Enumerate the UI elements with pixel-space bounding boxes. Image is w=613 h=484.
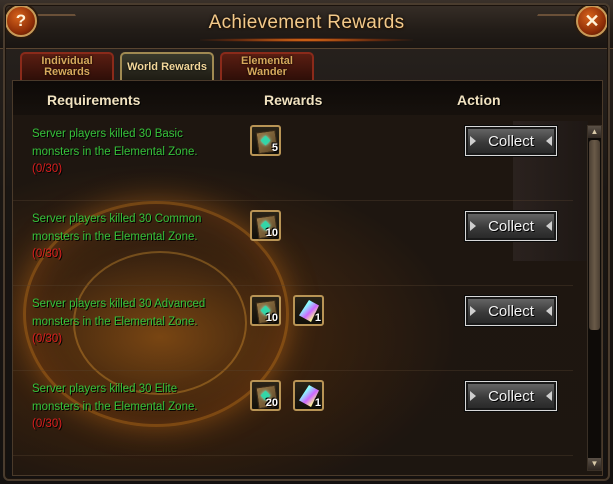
achievement-row: Server players killed 30 Basic monsters … — [13, 115, 573, 201]
reward-count: 10 — [265, 312, 278, 324]
reward-count: 1 — [314, 397, 321, 409]
reward-count: 5 — [271, 142, 278, 154]
requirement-description: Server players killed 30 Basic monsters … — [32, 128, 198, 158]
close-icon: ✕ — [584, 10, 600, 31]
header-action: Action — [457, 92, 501, 108]
tab-world-rewards[interactable]: World Rewards — [120, 52, 214, 80]
achievement-row: Server players killed 30 Advanced monste… — [13, 285, 573, 371]
reward-item-slot[interactable]: 1 — [293, 295, 324, 326]
requirement-progress: (0/30) — [32, 418, 63, 430]
help-icon: ? — [15, 11, 27, 30]
reward-item-slot[interactable]: 5 — [250, 125, 281, 156]
reward-count: 1 — [314, 312, 321, 324]
requirement-text: Server players killed 30 Common monsters… — [32, 211, 222, 264]
collect-button[interactable]: Collect — [465, 296, 557, 326]
column-headers: Requirements Rewards Action — [13, 81, 602, 115]
requirement-description: Server players killed 30 Common monsters… — [32, 213, 202, 243]
requirement-progress: (0/30) — [32, 163, 63, 175]
requirement-progress: (0/30) — [32, 248, 63, 260]
title-bar: Achievement Rewards — [0, 0, 613, 49]
scroll-up-icon[interactable]: ▲ — [588, 126, 601, 138]
scrollbar[interactable]: ▲ ▼ — [587, 125, 602, 471]
reward-item-slot[interactable]: 10 — [250, 295, 281, 326]
scroll-thumb[interactable] — [589, 140, 600, 330]
requirement-text: Server players killed 30 Basic monsters … — [32, 126, 222, 179]
requirement-text: Server players killed 30 Elite monsters … — [32, 381, 222, 434]
requirement-description: Server players killed 30 Advanced monste… — [32, 298, 206, 328]
reward-item-slot[interactable]: 20 — [250, 380, 281, 411]
requirement-text: Server players killed 30 Advanced monste… — [32, 296, 222, 349]
reward-item-slot[interactable]: 1 — [293, 380, 324, 411]
achievement-row: Server players killed 30 Elite monsters … — [13, 370, 573, 456]
collect-button[interactable]: Collect — [465, 211, 557, 241]
window-title: Achievement Rewards — [208, 12, 405, 33]
help-button[interactable]: ? — [5, 5, 37, 37]
collect-button[interactable]: Collect — [465, 381, 557, 411]
requirement-description: Server players killed 30 Elite monsters … — [32, 383, 198, 413]
tab-individual-rewards[interactable]: Individual Rewards — [20, 52, 114, 80]
rewards-panel: Requirements Rewards Action Server playe… — [12, 80, 603, 476]
close-button[interactable]: ✕ — [576, 5, 608, 37]
header-requirements: Requirements — [47, 92, 141, 108]
tab-elemental-wander[interactable]: Elemental Wander — [220, 52, 314, 80]
collect-button[interactable]: Collect — [465, 126, 557, 156]
title-glow — [200, 38, 413, 42]
scroll-down-icon[interactable]: ▼ — [588, 458, 601, 470]
tab-bar: Individual Rewards World Rewards Element… — [20, 52, 314, 80]
achievement-row: Server players killed 30 Common monsters… — [13, 200, 573, 286]
header-rewards: Rewards — [264, 92, 323, 108]
reward-count: 10 — [265, 227, 278, 239]
reward-item-slot[interactable]: 10 — [250, 210, 281, 241]
requirement-progress: (0/30) — [32, 333, 63, 345]
achievement-rewards-window: Achievement Rewards ? ✕ Individual Rewar… — [0, 0, 613, 484]
reward-count: 20 — [265, 397, 278, 409]
